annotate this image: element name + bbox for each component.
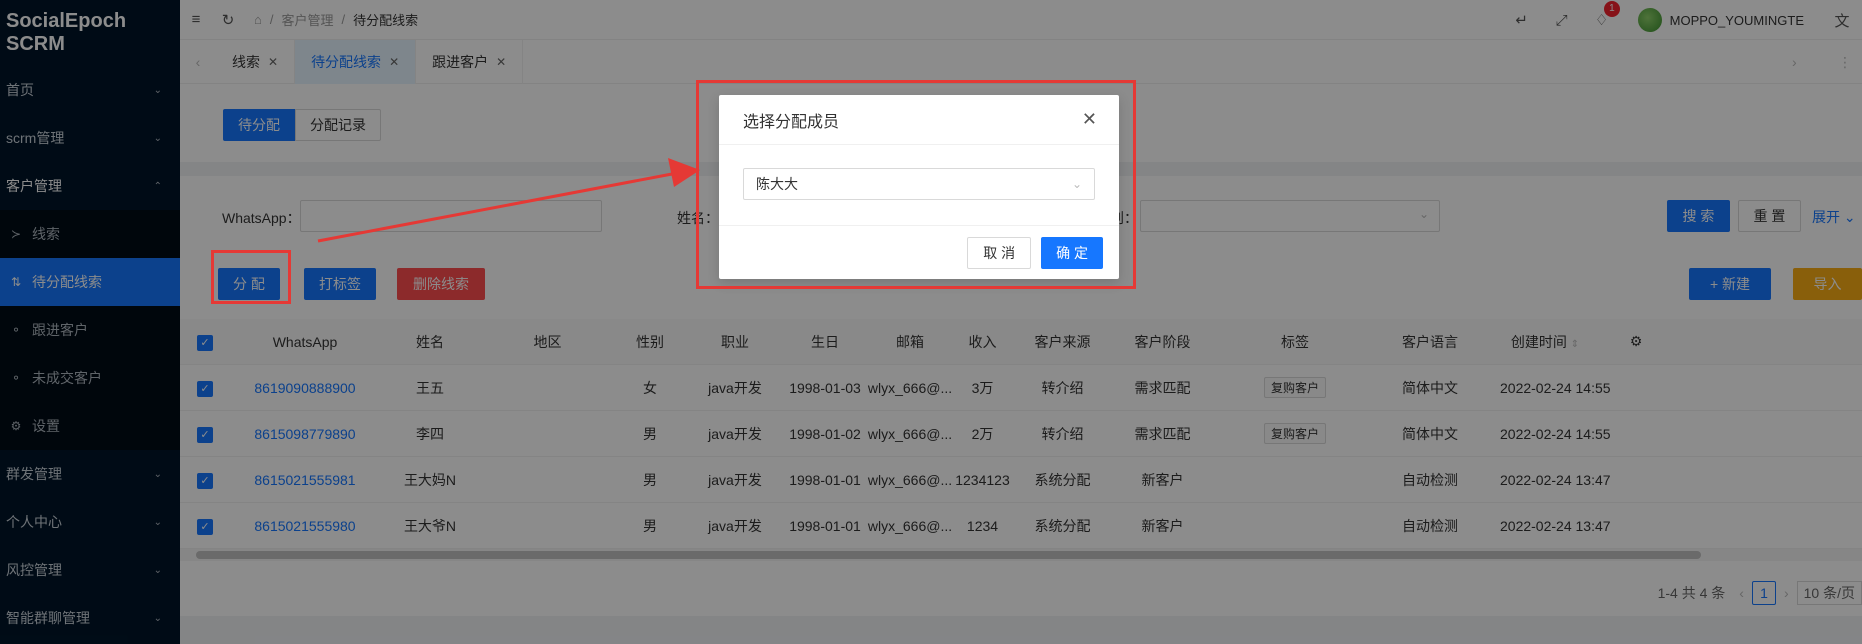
arrow-shaft [317,172,673,243]
annotation-arrow [317,158,700,243]
arrow-head [668,158,700,187]
